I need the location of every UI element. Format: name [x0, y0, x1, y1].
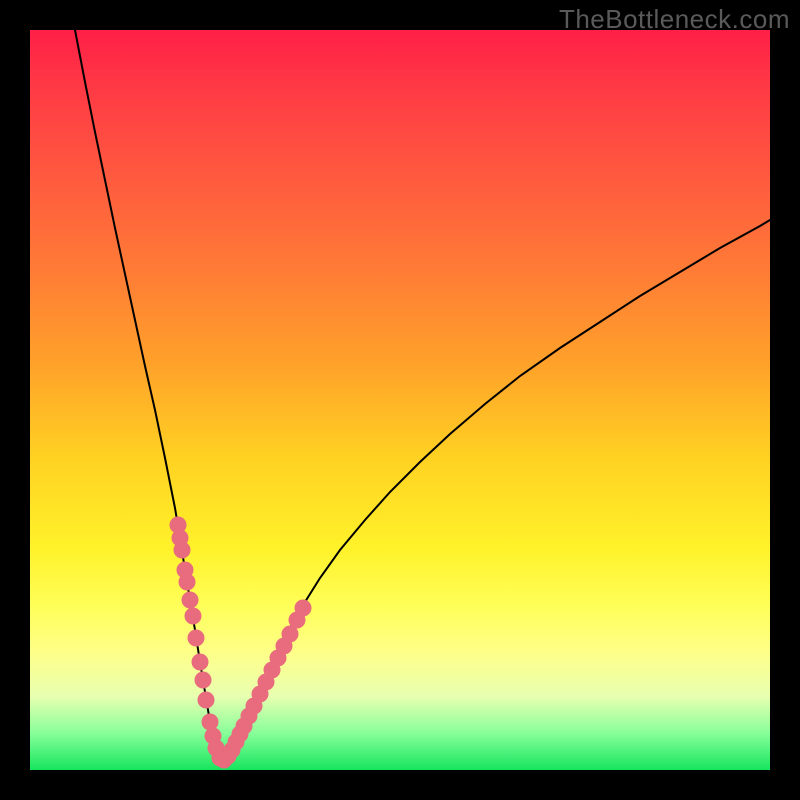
bottleneck-curve-plot: [30, 30, 770, 770]
data-point: [198, 692, 215, 709]
data-point: [188, 630, 205, 647]
watermark-text: TheBottleneck.com: [559, 4, 790, 35]
data-point: [179, 574, 196, 591]
curve-right-branch: [220, 220, 770, 760]
chart-frame: [30, 30, 770, 770]
data-point: [195, 672, 212, 689]
scatter-dots: [170, 517, 312, 769]
data-point: [174, 542, 191, 559]
data-point: [192, 654, 209, 671]
curve-left-branch: [75, 30, 220, 760]
data-point: [295, 600, 312, 617]
data-point: [202, 714, 219, 731]
data-point: [185, 608, 202, 625]
data-point: [182, 592, 199, 609]
